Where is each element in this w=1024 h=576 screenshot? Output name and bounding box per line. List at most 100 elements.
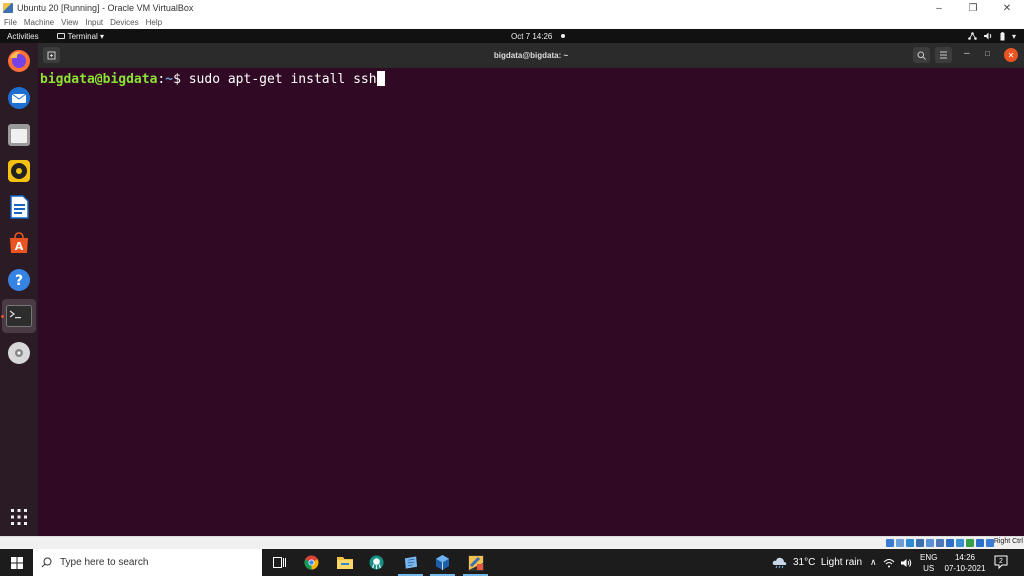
search-icon: [917, 51, 926, 60]
taskbar-chrome[interactable]: [295, 549, 328, 576]
dock-help[interactable]: ?: [5, 266, 33, 294]
recording-icon[interactable]: [956, 539, 964, 547]
chrome-icon: [304, 555, 319, 570]
dock-rhythmbox[interactable]: [5, 157, 33, 185]
topbar-clock[interactable]: Oct 7 14:26: [511, 31, 566, 41]
terminal-icon: [6, 305, 32, 327]
command-text: sudo apt-get install ssh: [188, 72, 377, 87]
file-explorer-icon: [336, 557, 353, 569]
shared-folders-icon[interactable]: [936, 539, 944, 547]
taskbar-file-explorer[interactable]: [328, 549, 361, 576]
cloud-rain-icon: [772, 557, 787, 568]
new-tab-button[interactable]: [43, 47, 60, 63]
close-window-button[interactable]: ✕: [1004, 48, 1018, 62]
hamburger-menu-button[interactable]: [935, 47, 952, 63]
dock-show-applications[interactable]: [5, 503, 33, 531]
hard-disk-icon[interactable]: [886, 539, 894, 547]
optical-drive-icon[interactable]: [896, 539, 904, 547]
vbox-menubar: File Machine View Input Devices Help: [0, 16, 1024, 29]
system-tray-icons: ∧: [870, 549, 912, 576]
libreoffice-writer-icon: [10, 195, 29, 219]
notepad-icon: [404, 555, 418, 569]
help-icon: ?: [8, 269, 30, 291]
network-adapter-icon[interactable]: [916, 539, 924, 547]
menu-devices[interactable]: Devices: [110, 18, 138, 27]
system-tray[interactable]: ▾: [968, 31, 1016, 41]
speaker-icon[interactable]: [900, 558, 912, 568]
window-title: Ubuntu 20 [Running] - Oracle VM VirtualB…: [17, 3, 194, 13]
app-menu-label: Terminal ▾: [67, 31, 105, 41]
show-applications-icon: [11, 509, 27, 525]
language-code: ENG: [920, 553, 938, 562]
input-language[interactable]: ENG US: [920, 552, 937, 574]
topbar-clock-label: Oct 7 14:26: [511, 31, 553, 41]
minimize-window-button[interactable]: –: [964, 48, 970, 59]
thunderbird-icon: [8, 87, 30, 109]
dock-firefox[interactable]: [5, 47, 33, 75]
terminal-output[interactable]: bigdata@bigdata:~$ sudo apt-get install …: [38, 68, 1024, 536]
mouse-integration-icon[interactable]: [976, 539, 984, 547]
taskbar-vbox-vm[interactable]: [459, 549, 492, 576]
keyboard-icon[interactable]: [986, 539, 994, 547]
task-view-button[interactable]: [263, 549, 296, 576]
start-button[interactable]: [0, 549, 33, 576]
host-key-label: Right Ctrl: [993, 538, 1023, 545]
dock-libreoffice-writer[interactable]: [5, 193, 33, 221]
taskbar-gitkraken[interactable]: [360, 549, 393, 576]
dock-thunderbird[interactable]: [5, 84, 33, 112]
terminal-title: bigdata@bigdata: ~: [493, 51, 569, 60]
audio-icon[interactable]: [906, 539, 914, 547]
search-button[interactable]: [913, 47, 930, 63]
dock-dvd[interactable]: [5, 339, 33, 367]
restore-button[interactable]: ❐: [956, 0, 990, 16]
menu-help[interactable]: Help: [146, 18, 162, 27]
weather-widget[interactable]: 31°C Light rain: [772, 549, 862, 576]
prompt-dollar: $: [173, 72, 189, 87]
svg-text:A: A: [15, 240, 24, 253]
running-indicator: [1, 315, 4, 318]
firefox-icon: [8, 50, 30, 72]
action-center-button[interactable]: 2: [994, 555, 1008, 569]
svg-text:?: ?: [15, 273, 23, 289]
virtualbox-icon: [435, 555, 450, 570]
keyboard-layout: US: [923, 564, 935, 573]
menu-machine[interactable]: Machine: [24, 18, 54, 27]
windows-taskbar: Type here to search 31°C Light rain ∧ EN…: [0, 549, 1024, 576]
dvd-icon: [8, 342, 30, 364]
dock-terminal[interactable]: [2, 299, 36, 333]
show-hidden-icons-chevron-icon[interactable]: ∧: [870, 557, 877, 568]
vbox-status-icons: [886, 539, 994, 547]
taskbar-search-box[interactable]: Type here to search: [33, 549, 262, 576]
menu-input[interactable]: Input: [85, 18, 103, 27]
new-tab-icon: [47, 51, 56, 59]
menu-file[interactable]: File: [4, 18, 17, 27]
windows-logo-icon: [10, 556, 23, 569]
menu-view[interactable]: View: [61, 18, 78, 27]
close-button[interactable]: ✕: [990, 0, 1024, 16]
app-menu-button[interactable]: Terminal ▾: [56, 31, 105, 41]
task-view-icon: [273, 557, 286, 568]
maximize-window-button[interactable]: □: [985, 49, 990, 58]
taskbar-notepad[interactable]: [394, 549, 427, 576]
text-cursor: [376, 71, 385, 86]
search-placeholder: Type here to search: [60, 557, 149, 568]
vbox-statusbar: Right Ctrl: [0, 536, 1024, 549]
dock-files[interactable]: [5, 121, 33, 149]
network-status-icon[interactable]: [883, 558, 895, 568]
usb-icon[interactable]: [926, 539, 934, 547]
gitkraken-icon: [369, 555, 384, 570]
vbox-vm-icon: [467, 554, 484, 571]
activities-button[interactable]: Activities: [7, 32, 39, 41]
ubuntu-software-icon: A: [10, 232, 28, 253]
taskbar-clock[interactable]: 14:26 07-10-2021: [942, 552, 988, 574]
display-icon[interactable]: [946, 539, 954, 547]
notification-dot-icon: [561, 34, 566, 38]
cpu-icon[interactable]: [966, 539, 974, 547]
system-menu-chevron-icon: ▾: [1011, 31, 1016, 41]
prompt-user: bigdata@bigdata: [40, 72, 158, 87]
taskbar-virtualbox[interactable]: [426, 549, 459, 576]
network-icon: [968, 32, 977, 40]
minimize-button[interactable]: –: [922, 0, 956, 16]
dock-ubuntu-software[interactable]: A: [5, 229, 33, 257]
vbox-titlebar: Ubuntu 20 [Running] - Oracle VM VirtualB…: [0, 0, 1024, 16]
